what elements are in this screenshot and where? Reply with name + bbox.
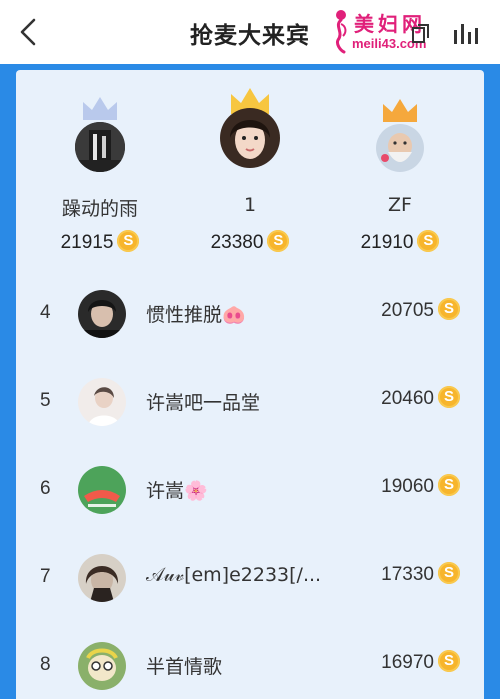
avatar [220,108,280,168]
watermark: 美妇网 meili43.com [330,6,450,58]
leaderboard-frame: 躁动的雨 21915 S 1 23380 S ZF 21910 S 4 惯性推脱… [0,64,500,699]
user-score: 16970 S [381,650,460,674]
user-name: 𝒜𝓊𝓋[em]e2233[/... [146,564,322,586]
user-score: 20460 S [381,386,460,410]
coin-icon: S [438,298,460,320]
coin-icon: S [438,562,460,584]
coin-icon: S [438,474,460,496]
podium-score: 21910 S [322,230,478,254]
user-score: 19060 S [381,474,460,498]
score-value: 20705 [381,300,434,322]
coin-icon: S [267,230,290,252]
rank-number: 4 [40,302,51,323]
rank-number: 6 [40,478,51,499]
coin-icon: S [117,230,140,252]
list-item[interactable]: 4 惯性推脱🐽 20705 S [16,274,484,354]
podium-third[interactable]: ZF 21910 S [322,70,478,270]
crown-bronze-icon [383,99,417,122]
avatar [78,378,126,426]
copy-icon[interactable] [412,24,430,44]
avatar [376,124,424,172]
podium-name: 躁动的雨 [61,198,138,220]
rank-number: 5 [40,390,51,411]
user-score: 17330 S [381,562,460,586]
avatar [78,466,126,514]
podium-name: 1 [243,194,257,216]
avatar [78,290,126,338]
user-name: 惯性推脱🐽 [146,304,246,326]
podium-score: 23380 S [172,230,328,254]
score-value: 16970 [381,652,434,674]
score-value: 17330 [381,564,434,586]
score-value: 20460 [381,388,434,410]
list-item[interactable]: 6 许嵩🌸 19060 S [16,450,484,530]
user-name: 许嵩🌸 [146,480,208,502]
user-score: 20705 S [381,298,460,322]
score-value: 21915 [60,232,114,254]
rank-number: 7 [40,566,51,587]
coin-icon: S [438,650,460,672]
avatar [78,642,126,690]
podium-second[interactable]: 躁动的雨 21915 S [22,70,178,270]
podium-name: ZF [388,194,412,216]
avatar [78,554,126,602]
list-item[interactable]: 8 半首情歌 16970 S [16,626,484,699]
podium-score: 21915 S [22,230,178,254]
podium-first[interactable]: 1 23380 S [172,70,328,270]
ranking-chart-icon[interactable] [452,22,482,44]
coin-icon: S [438,386,460,408]
crown-silver-icon [83,97,117,120]
user-name: 许嵩吧一品堂 [146,392,261,414]
score-value: 21910 [360,232,414,254]
avatar [75,122,125,172]
coin-icon: S [417,230,440,252]
leaderboard-panel: 躁动的雨 21915 S 1 23380 S ZF 21910 S 4 惯性推脱… [16,70,484,699]
watermark-logo-icon [336,10,347,54]
rank-number: 8 [40,654,51,675]
score-value: 23380 [210,232,264,254]
score-value: 19060 [381,476,434,498]
list-item[interactable]: 7 𝒜𝓊𝓋[em]e2233[/... 17330 S [16,538,484,618]
top-bar: 抢麦大来宾 美妇网 meili43.com [0,0,500,64]
list-item[interactable]: 5 许嵩吧一品堂 20460 S [16,362,484,442]
user-name: 半首情歌 [146,656,223,678]
